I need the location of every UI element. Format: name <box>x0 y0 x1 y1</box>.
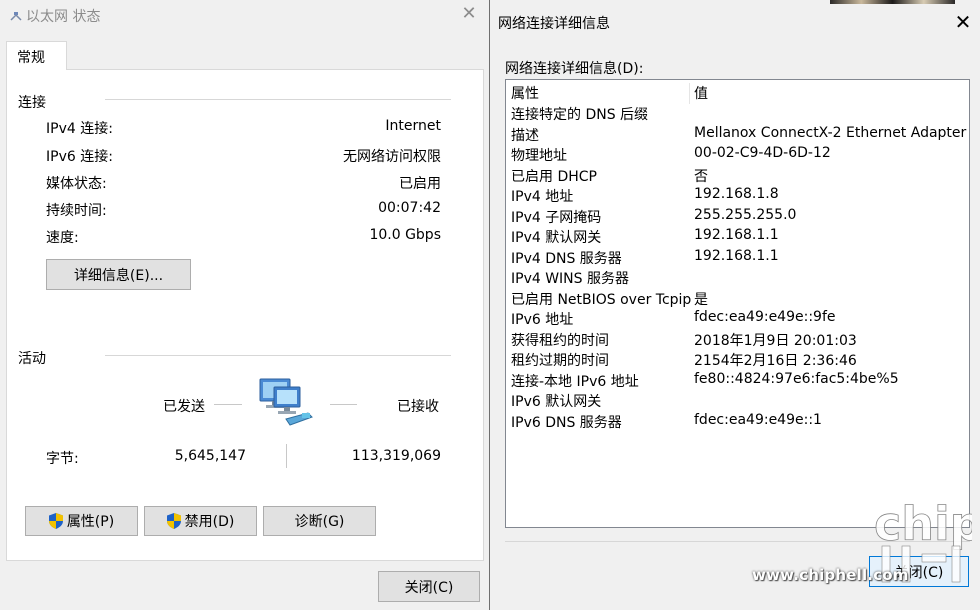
general-panel <box>6 69 484 561</box>
list-item-property: 连接特定的 DNS 后缀 <box>511 107 649 123</box>
diagnose-button-label: 诊断(G) <box>294 514 345 530</box>
close-button-left[interactable]: 关闭(C) <box>378 571 480 602</box>
media-state-label: 媒体状态: <box>46 176 107 192</box>
details-window-title: 网络连接详细信息 <box>498 16 610 32</box>
network-small-icon <box>10 12 22 21</box>
list-item[interactable]: 描述 Mellanox ConnectX-2 Ethernet Adapter <box>506 125 969 146</box>
list-item[interactable]: IPv6 地址 fdec:ea49:e49e::9fe <box>506 309 969 330</box>
activity-divider <box>105 355 451 356</box>
list-item-value: 00-02-C9-4D-6D-12 <box>694 145 831 161</box>
tab-general[interactable]: 常规 <box>6 41 67 70</box>
ipv4-connectivity-label: IPv4 连接: <box>46 121 113 137</box>
list-item-property: IPv4 地址 <box>511 189 574 205</box>
speed-label: 速度: <box>46 230 79 246</box>
list-item-value: 2154年2月16日 2:36:46 <box>694 353 857 369</box>
list-item-property: 连接-本地 IPv6 地址 <box>511 373 639 390</box>
connection-heading: 连接 <box>18 95 46 111</box>
uac-shield-icon <box>48 513 63 529</box>
list-item[interactable]: 已启用 DHCP 否 <box>506 166 969 187</box>
list-item-value: fdec:ea49:e49e::1 <box>694 411 822 428</box>
bytes-sent-value: 5,645,147 <box>174 448 246 464</box>
list-item[interactable]: IPv4 默认网关 192.168.1.1 <box>506 227 969 248</box>
details-button[interactable]: 详细信息(E)... <box>46 259 191 290</box>
received-line <box>330 404 357 405</box>
ipv6-connectivity-label: IPv6 连接: <box>46 149 113 165</box>
listview-header: 属性 值 <box>506 83 969 104</box>
disable-button-label: 禁用(D) <box>184 514 235 530</box>
list-item-value: fe80::4824:97e6:fac5:4be%5 <box>694 370 899 387</box>
ipv6-connectivity-value: 无网络访问权限 <box>343 149 441 165</box>
watermark-url: www.chiphell.com <box>752 566 909 584</box>
list-item-property: IPv6 默认网关 <box>511 394 602 410</box>
window-title: 以太网 状态 <box>26 9 101 25</box>
properties-button-label: 属性(P) <box>66 514 115 530</box>
title-bar-left: 以太网 状态 <box>10 6 100 26</box>
list-item[interactable]: 已启用 NetBIOS over Tcpip 是 <box>506 289 969 310</box>
duration-value: 00:07:42 <box>378 200 441 216</box>
list-item-value: fdec:ea49:e49e::9fe <box>694 309 836 325</box>
list-item-value: 255.255.255.0 <box>694 206 797 223</box>
bytes-label: 字节: <box>46 451 79 467</box>
uac-shield-icon <box>166 513 181 529</box>
sent-label: 已发送 <box>163 399 205 415</box>
duration-label: 持续时间: <box>46 203 107 219</box>
list-item-value: 192.168.1.1 <box>694 227 779 243</box>
sent-line <box>214 404 242 405</box>
list-item-property: IPv6 DNS 服务器 <box>511 414 622 431</box>
column-separator[interactable] <box>689 83 690 104</box>
details-list-label: 网络连接详细信息(D): <box>505 61 644 77</box>
list-item-property: 物理地址 <box>511 148 567 164</box>
activity-heading: 活动 <box>18 351 46 367</box>
list-item[interactable]: IPv4 地址 192.168.1.8 <box>506 186 969 207</box>
list-item-property: IPv4 子网掩码 <box>511 209 602 226</box>
close-icon[interactable]: ✕ <box>461 4 477 24</box>
column-header-property[interactable]: 属性 <box>511 83 539 103</box>
column-header-value[interactable]: 值 <box>694 83 708 103</box>
svg-text:chip: chip <box>874 497 972 551</box>
connection-divider <box>105 99 451 100</box>
list-item[interactable]: IPv4 子网掩码 255.255.255.0 <box>506 207 969 228</box>
list-item-property: 获得租约的时间 <box>511 332 609 349</box>
list-item[interactable]: 物理地址 00-02-C9-4D-6D-12 <box>506 145 969 166</box>
details-listview[interactable]: 属性 值 连接特定的 DNS 后缀 描述 Mellanox ConnectX-2… <box>505 79 970 528</box>
list-item-value: 是 <box>694 291 708 308</box>
list-item[interactable]: IPv4 DNS 服务器 192.168.1.1 <box>506 248 969 269</box>
media-state-value: 已启用 <box>399 176 441 192</box>
network-computers-icon <box>259 378 313 426</box>
ethernet-status-window: 以太网 状态 ✕ 常规 连接 IPv4 连接: Internet IPv6 连接… <box>0 0 490 610</box>
bytes-divider <box>286 444 287 468</box>
list-item[interactable]: IPv4 WINS 服务器 <box>506 268 969 289</box>
properties-button[interactable]: 属性(P) <box>25 506 138 536</box>
disable-button[interactable]: 禁用(D) <box>144 506 257 536</box>
list-item[interactable]: 租约过期的时间 2154年2月16日 2:36:46 <box>506 350 969 371</box>
close-button-left-label: 关闭(C) <box>404 579 454 596</box>
list-item-property: IPv4 WINS 服务器 <box>511 271 629 287</box>
list-item-property: 已启用 DHCP <box>511 168 597 185</box>
list-item-property: 描述 <box>511 127 539 144</box>
list-item-value: 192.168.1.1 <box>694 247 779 264</box>
list-item-value: 2018年1月9日 20:01:03 <box>694 332 857 349</box>
diagnose-button[interactable]: 诊断(G) <box>263 506 376 536</box>
details-button-label: 详细信息(E)... <box>73 267 164 284</box>
list-item-value: 192.168.1.8 <box>694 186 779 202</box>
speed-value: 10.0 Gbps <box>369 227 441 243</box>
list-item[interactable]: IPv6 默认网关 <box>506 391 969 412</box>
list-item-property: IPv4 DNS 服务器 <box>511 250 622 267</box>
list-item[interactable]: 获得租约的时间 2018年1月9日 20:01:03 <box>506 330 969 351</box>
list-item-value: 否 <box>694 168 708 185</box>
bytes-received-value: 113,319,069 <box>351 448 441 464</box>
list-item[interactable]: IPv6 DNS 服务器 fdec:ea49:e49e::1 <box>506 412 969 433</box>
list-item[interactable]: 连接-本地 IPv6 地址 fe80::4824:97e6:fac5:4be%5 <box>506 371 969 392</box>
background-photo-strip <box>830 0 955 4</box>
close-icon[interactable]: ✕ <box>953 10 973 34</box>
list-item-property: IPv4 默认网关 <box>511 230 602 246</box>
ipv4-connectivity-value: Internet <box>385 118 441 134</box>
list-item-property: IPv6 地址 <box>511 312 574 328</box>
received-label: 已接收 <box>397 399 439 415</box>
list-item-value: Mellanox ConnectX-2 Ethernet Adapter <box>694 124 967 141</box>
list-item[interactable]: 连接特定的 DNS 后缀 <box>506 104 969 125</box>
list-item-property: 租约过期的时间 <box>511 353 609 369</box>
list-item-property: 已启用 NetBIOS over Tcpip <box>511 291 692 308</box>
